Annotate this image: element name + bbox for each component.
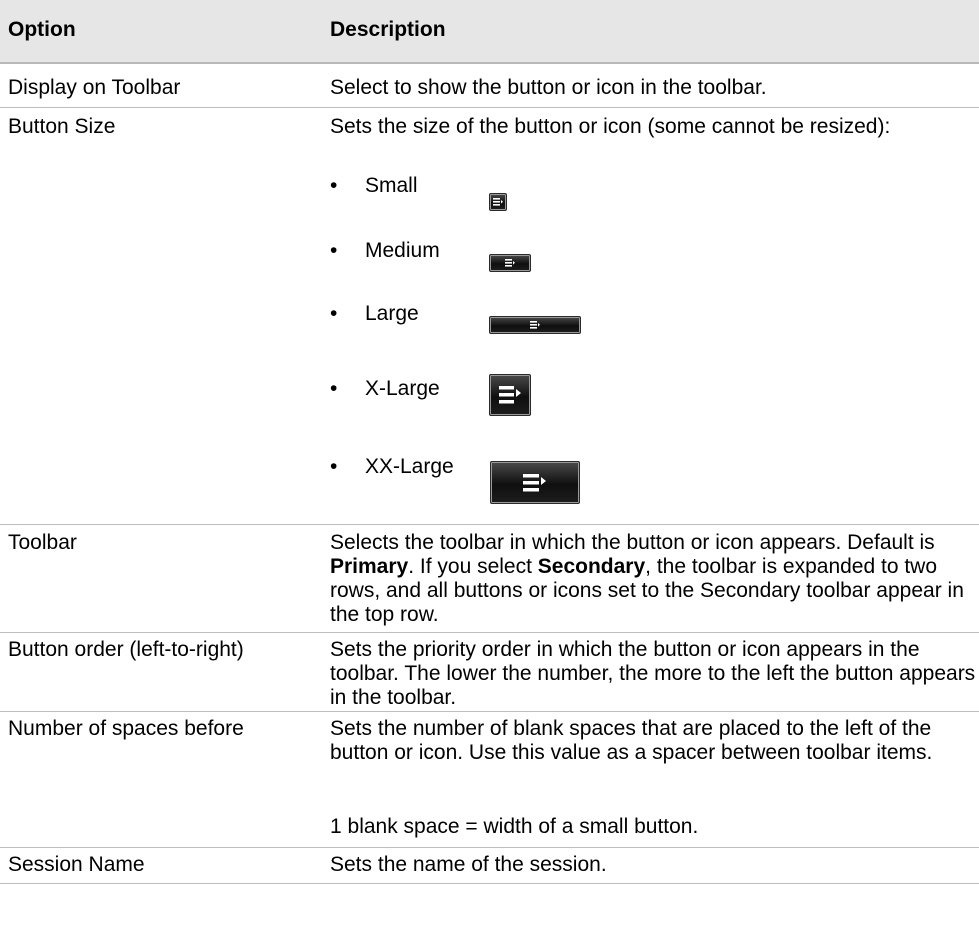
menu-arrow-icon (489, 254, 531, 272)
size-small-label: Small (365, 174, 418, 197)
option-toolbar: Toolbar (8, 531, 77, 554)
menu-arrow-icon (489, 193, 507, 211)
header-option: Option (8, 18, 76, 41)
option-button-size: Button Size (8, 115, 116, 138)
option-display-on-toolbar: Display on Toolbar (8, 76, 181, 99)
size-x-large-label: X-Large (365, 377, 440, 400)
size-large-label: Large (365, 302, 419, 325)
row-divider (0, 107, 979, 108)
header-description: Description (330, 18, 446, 41)
bullet: • (330, 174, 338, 197)
row-divider (0, 711, 979, 712)
description-button-order: Sets the priority order in which the but… (330, 638, 976, 709)
description-button-size: Sets the size of the button or icon (som… (330, 115, 891, 138)
description-spaces-before: Sets the number of blank spaces that are… (330, 717, 933, 764)
bullet: • (330, 377, 338, 400)
row-divider (0, 524, 979, 525)
description-text: . If you select (408, 555, 538, 578)
bullet: • (330, 455, 338, 478)
bold-term: Primary (330, 555, 409, 578)
description-toolbar: Selects the toolbar in which the button … (330, 531, 978, 627)
row-divider (0, 847, 979, 848)
menu-arrow-icon (489, 374, 531, 416)
menu-arrow-icon (490, 461, 580, 504)
description-display-on-toolbar: Select to show the button or icon in the… (330, 76, 767, 99)
description-text: Selects the toolbar in which the button … (330, 531, 935, 554)
row-divider (0, 632, 979, 633)
description-session-name: Sets the name of the session. (330, 853, 607, 876)
bullet: • (330, 239, 338, 262)
menu-arrow-icon (489, 316, 581, 334)
bullet: • (330, 302, 338, 325)
bold-term: Secondary (537, 555, 646, 578)
size-xx-large-label: XX-Large (365, 455, 454, 478)
table-header: Option Description (0, 0, 979, 64)
option-spaces-before: Number of spaces before (8, 717, 244, 740)
note-spaces-before: 1 blank space = width of a small button. (330, 815, 699, 838)
size-medium-label: Medium (365, 239, 440, 262)
option-button-order: Button order (left-to-right) (8, 638, 244, 661)
row-divider (0, 883, 979, 884)
option-session-name: Session Name (8, 853, 145, 876)
